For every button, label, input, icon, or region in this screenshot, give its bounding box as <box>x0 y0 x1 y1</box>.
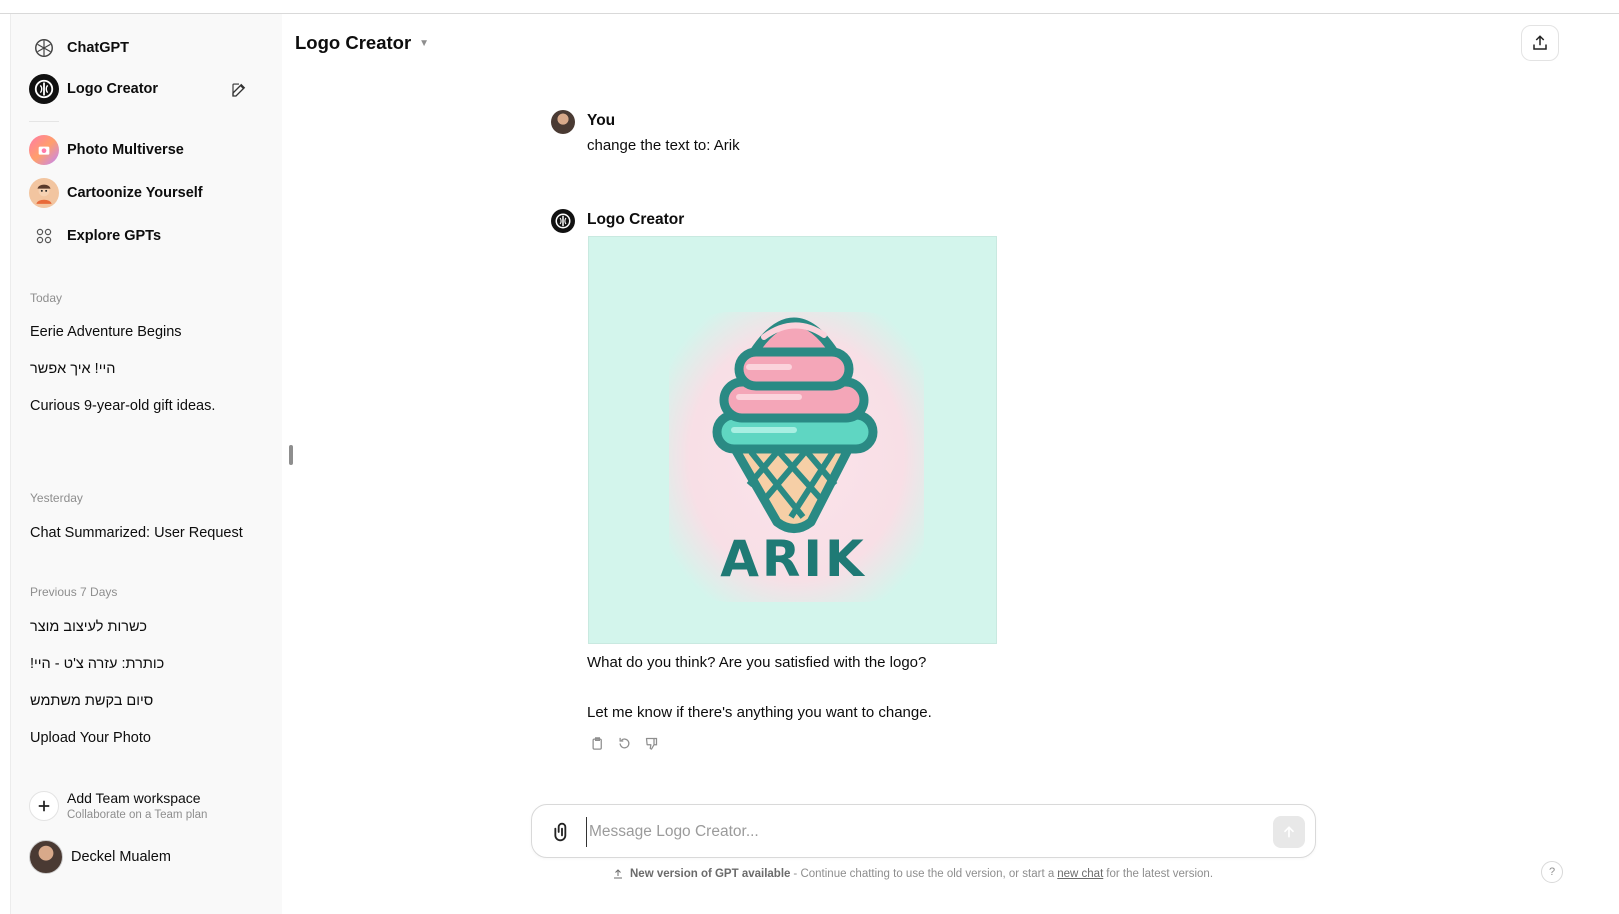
gpt-model-selector[interactable]: Logo Creator ▼ <box>295 32 429 54</box>
sidebar-collapse-handle[interactable] <box>289 445 293 465</box>
sidebar-divider <box>29 121 59 122</box>
grid-icon <box>29 221 59 251</box>
section-title-previous-7-days: Previous 7 Days <box>30 585 118 599</box>
user-profile-button[interactable]: Deckel Mualem <box>29 840 171 874</box>
logo-creator-avatar-icon <box>29 74 59 104</box>
new-chat-link[interactable]: new chat <box>1057 868 1103 880</box>
cartoonize-avatar-icon <box>29 178 59 208</box>
team-title: Add Team workspace <box>67 790 201 806</box>
chat-history-item[interactable]: Upload Your Photo <box>30 730 260 746</box>
new-chat-edit-icon[interactable] <box>229 80 249 100</box>
chat-history-item[interactable]: היי! איך אפשר <box>30 361 260 377</box>
chat-history-item[interactable]: כותרת: עזרה צ'ט - היי! <box>30 656 260 672</box>
section-title-yesterday: Yesterday <box>30 491 83 505</box>
message-actions <box>588 734 660 752</box>
sidebar-item-chatgpt[interactable]: ChatGPT <box>29 32 129 64</box>
upload-icon <box>614 869 622 879</box>
openai-logo-icon <box>29 33 59 63</box>
sidebar-item-cartoonize-yourself[interactable]: Cartoonize Yourself <box>29 177 203 209</box>
message-author: Logo Creator <box>587 211 685 228</box>
bot-message-line: What do you think? Are you satisfied wit… <box>587 654 927 671</box>
chat-history-item[interactable]: Chat Summarized: User Request <box>30 525 260 541</box>
user-avatar <box>29 840 63 874</box>
user-name: Deckel Mualem <box>71 849 171 865</box>
section-title-today: Today <box>30 291 63 305</box>
chat-history-item[interactable]: Eerie Adventure Begins <box>30 324 260 340</box>
paperclip-icon[interactable] <box>552 821 572 843</box>
share-button[interactable] <box>1521 25 1559 61</box>
logo-text: ARIK <box>720 530 867 588</box>
user-message-text: change the text to: Arik <box>587 137 740 154</box>
team-subtitle: Collaborate on a Team plan <box>67 809 208 821</box>
sidebar: ChatGPT Logo Creator Photo Multiverse Ca… <box>10 14 282 914</box>
chat-history-item[interactable]: סיום בקשת משתמש <box>30 693 260 709</box>
user-avatar <box>551 110 575 134</box>
send-button[interactable] <box>1273 816 1305 848</box>
version-notice-text: for the latest version. <box>1106 868 1214 880</box>
sidebar-item-label: ChatGPT <box>67 40 130 56</box>
sidebar-item-explore-gpts[interactable]: Explore GPTs <box>29 220 161 252</box>
help-button[interactable]: ? <box>1541 861 1563 883</box>
generated-logo-image[interactable]: ARIK <box>588 236 997 644</box>
message-author: You <box>587 112 616 129</box>
page-title: Logo Creator <box>295 32 412 53</box>
photo-multiverse-avatar-icon <box>29 135 59 165</box>
share-icon <box>1533 35 1547 50</box>
arrow-up-icon <box>1284 826 1294 838</box>
chevron-down-icon: ▼ <box>419 37 430 49</box>
version-notice: New version of GPT available - Continue … <box>612 868 1213 880</box>
add-team-workspace-button[interactable]: Add Team workspace Collaborate on a Team… <box>29 790 207 821</box>
copy-icon[interactable] <box>588 734 606 752</box>
sidebar-item-logo-creator[interactable]: Logo Creator <box>29 73 158 105</box>
sidebar-item-photo-multiverse[interactable]: Photo Multiverse <box>29 134 184 166</box>
message-input[interactable] <box>586 817 1266 847</box>
version-notice-bold: New version of GPT available <box>630 868 791 880</box>
logo-creator-avatar-icon <box>551 209 575 233</box>
version-notice-text: - Continue chatting to use the old versi… <box>793 868 1055 880</box>
sidebar-item-label: Logo Creator <box>67 81 159 97</box>
chat-history-item[interactable]: Curious 9-year-old gift ideas. <box>30 398 260 414</box>
bot-message-line: Let me know if there's anything you want… <box>587 704 932 721</box>
sparkle-plus-icon <box>29 790 59 821</box>
window-top-bar <box>0 0 1619 14</box>
sidebar-item-label: Photo Multiverse <box>67 142 184 158</box>
thumbs-down-icon[interactable] <box>642 734 660 752</box>
message-composer <box>531 804 1316 858</box>
regenerate-icon[interactable] <box>615 734 633 752</box>
sidebar-item-label: Explore GPTs <box>67 228 162 244</box>
sidebar-item-label: Cartoonize Yourself <box>67 185 203 201</box>
chat-history-item[interactable]: כשרות לעיצוב מוצר <box>30 619 260 635</box>
